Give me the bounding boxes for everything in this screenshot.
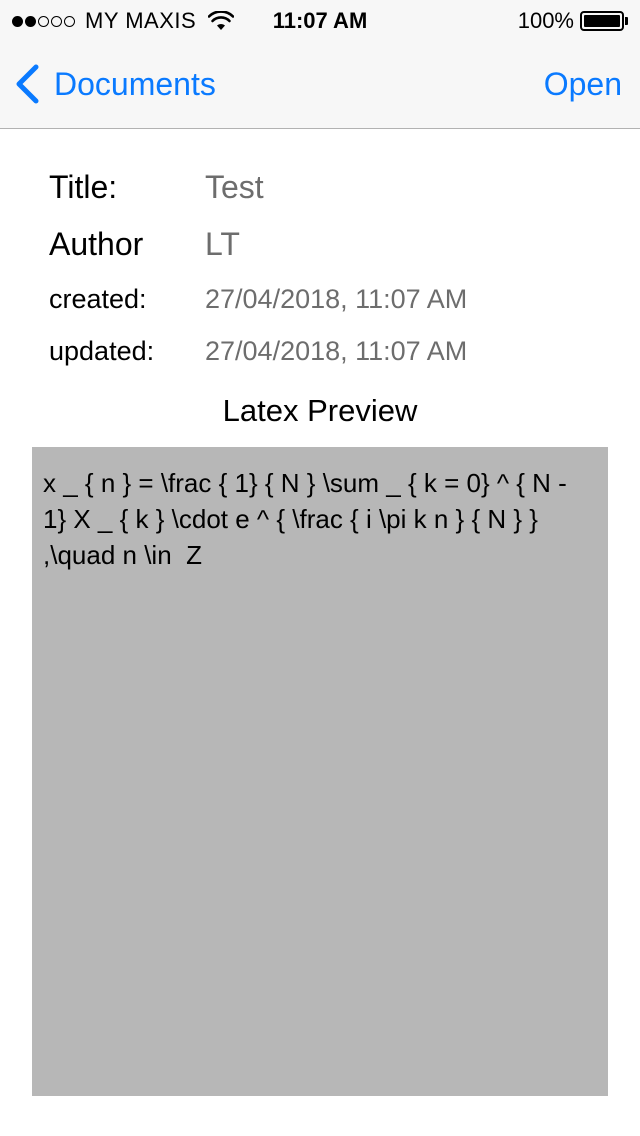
author-label: Author: [49, 226, 144, 262]
open-button[interactable]: Open: [544, 66, 622, 103]
battery-tip: [625, 17, 628, 25]
created-label: created:: [49, 284, 147, 314]
navigation-bar: Documents Open: [0, 40, 640, 128]
chevron-left-icon: [16, 64, 39, 104]
latex-preview-heading: Latex Preview: [222, 393, 418, 428]
battery-body: [580, 11, 624, 31]
battery-fill: [584, 15, 620, 27]
back-label: Documents: [54, 65, 216, 102]
updated-label: updated:: [49, 336, 155, 366]
status-right: 100%: [518, 8, 628, 34]
battery-percent: 100%: [517, 8, 574, 33]
status-bar: MY MAXIS 11:07 AM 100%: [0, 0, 640, 40]
battery-icon: [580, 11, 628, 31]
updated-value: 27/04/2018, 11:07 AM: [205, 336, 468, 366]
latex-source-text: x _ { n } = \frac { 1} { N } \sum _ { k …: [43, 468, 575, 570]
title-label: Title:: [49, 169, 118, 205]
latex-preview-box[interactable]: x _ { n } = \frac { 1} { N } \sum _ { k …: [32, 447, 608, 1096]
author-value: LT: [205, 226, 240, 262]
document-detail-screen: MY MAXIS 11:07 AM 100% Documents Open Ti…: [0, 0, 640, 1136]
back-button[interactable]: Documents: [14, 64, 216, 104]
created-value: 27/04/2018, 11:07 AM: [205, 284, 468, 314]
top-chrome: MY MAXIS 11:07 AM 100% Documents Open: [0, 0, 640, 129]
title-value: Test: [205, 169, 264, 205]
